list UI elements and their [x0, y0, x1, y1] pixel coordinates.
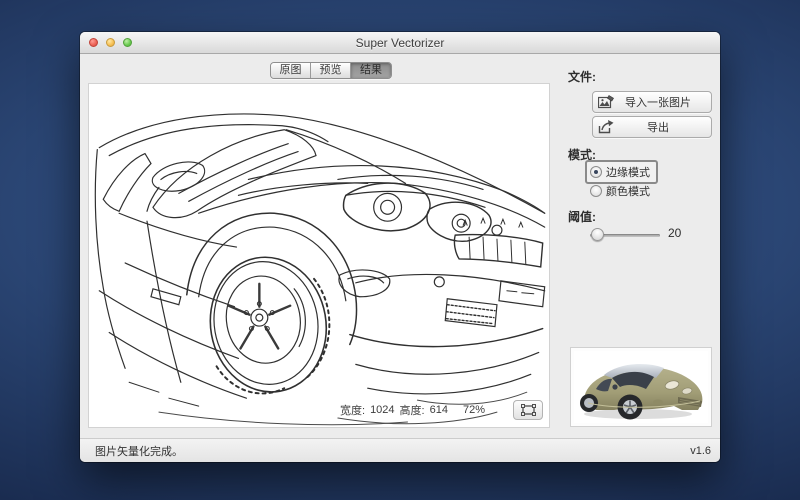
edge-mode-label: 边缘模式 [606, 164, 650, 180]
threshold-slider[interactable] [590, 228, 660, 242]
original-image-thumbnail[interactable] [570, 347, 712, 427]
import-image-icon [598, 95, 615, 109]
export-button-label: 导出 [619, 119, 711, 135]
width-value: 1024 [370, 404, 394, 416]
status-message: 图片矢量化完成。 [95, 443, 183, 459]
mode-option-edge[interactable]: 边缘模式 [590, 164, 650, 180]
app-window: Super Vectorizer 原图 预览 结果 [80, 32, 720, 462]
original-car-photo [574, 351, 708, 423]
tab-result[interactable]: 结果 [351, 63, 391, 78]
mode-option-color[interactable]: 颜色模式 [590, 183, 650, 199]
status-bar: 图片矢量化完成。 v1.6 [80, 438, 720, 462]
height-label: 高度: [400, 402, 425, 418]
window-title: Super Vectorizer [356, 36, 445, 50]
import-button-label: 导入一张图片 [619, 94, 711, 110]
fit-to-window-icon [521, 404, 536, 416]
image-dimensions: 宽度: 1024 高度: 614 72% [340, 402, 485, 418]
export-button[interactable]: 导出 [592, 116, 712, 138]
height-value: 614 [430, 404, 448, 416]
file-section-label: 文件: [568, 68, 596, 85]
close-button[interactable] [89, 38, 98, 47]
export-arrow-icon [598, 120, 614, 134]
tab-original[interactable]: 原图 [271, 63, 311, 78]
radio-selected-icon[interactable] [590, 166, 602, 178]
threshold-section-label: 阈值: [568, 208, 596, 225]
vectorized-car-drawing [89, 84, 549, 427]
zoom-button[interactable] [123, 38, 132, 47]
radio-unselected-icon[interactable] [590, 185, 602, 197]
minimize-button[interactable] [106, 38, 115, 47]
version-label: v1.6 [690, 445, 711, 457]
view-segmented-control: 原图 预览 结果 [270, 62, 392, 79]
mode-radio-focus-ring: 边缘模式 [585, 160, 658, 184]
threshold-value: 20 [668, 226, 681, 240]
title-bar[interactable]: Super Vectorizer [80, 32, 720, 54]
fit-to-window-button[interactable] [513, 400, 543, 420]
result-canvas[interactable]: 宽度: 1024 高度: 614 72% [88, 83, 550, 428]
width-label: 宽度: [340, 402, 365, 418]
zoom-percent: 72% [463, 404, 485, 416]
color-mode-label: 颜色模式 [606, 183, 650, 199]
slider-thumb[interactable] [591, 228, 604, 241]
tab-preview[interactable]: 预览 [311, 63, 351, 78]
import-image-button[interactable]: 导入一张图片 [592, 91, 712, 113]
